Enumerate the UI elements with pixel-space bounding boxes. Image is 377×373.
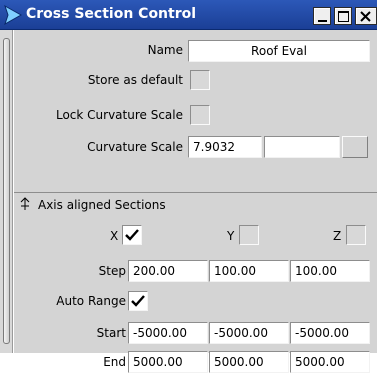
control-panel: Name Roof Eval Store as default Lock Cur… — [14, 30, 377, 373]
name-label: Name — [147, 43, 183, 57]
dock-grip-handle[interactable] — [3, 38, 10, 344]
axis-y-checkbox[interactable] — [239, 225, 259, 245]
lock-curvature-checkbox[interactable] — [190, 105, 210, 125]
window-title: Cross Section Control — [26, 6, 197, 22]
left-dock-strip — [0, 30, 13, 353]
start-y-field[interactable]: -5000.00 — [209, 322, 289, 344]
curvature-scale-button[interactable] — [342, 136, 368, 158]
end-z-field[interactable]: 5000.00 — [290, 351, 370, 373]
axis-sections-header[interactable]: Axis aligned Sections — [14, 192, 377, 216]
checkmark-icon — [125, 229, 139, 241]
auto-range-checkbox[interactable] — [128, 291, 148, 311]
store-default-checkbox[interactable] — [190, 70, 210, 90]
collapse-icon — [20, 197, 30, 210]
lock-curvature-label: Lock Curvature Scale — [55, 108, 183, 122]
auto-range-label: Auto Range — [56, 294, 126, 308]
maximize-button[interactable] — [334, 7, 352, 25]
end-y-field[interactable]: 5000.00 — [209, 351, 289, 373]
minimize-button[interactable] — [313, 7, 331, 25]
curvature-scale-label: Curvature Scale — [87, 140, 183, 154]
start-x-field[interactable]: -5000.00 — [128, 322, 208, 344]
name-field[interactable]: Roof Eval — [188, 40, 370, 62]
close-icon — [360, 11, 371, 22]
start-label: Start — [96, 326, 126, 340]
step-x-field[interactable]: 200.00 — [128, 260, 208, 282]
axis-z-label: Z — [333, 229, 342, 243]
maximize-icon — [338, 11, 349, 22]
step-label: Step — [98, 264, 126, 278]
close-button[interactable] — [355, 7, 377, 25]
curvature-scale-slider[interactable] — [264, 136, 340, 158]
app-logo-icon — [4, 5, 22, 25]
step-y-field[interactable]: 100.00 — [209, 260, 289, 282]
axis-z-checkbox[interactable] — [346, 225, 366, 245]
checkmark-icon — [131, 295, 145, 307]
axis-y-label: Y — [227, 229, 235, 243]
end-label: End — [103, 355, 126, 369]
title-bar[interactable]: Cross Section Control — [0, 0, 377, 30]
minimize-icon — [318, 20, 327, 22]
axis-sections-title: Axis aligned Sections — [38, 198, 166, 212]
step-z-field[interactable]: 100.00 — [290, 260, 370, 282]
start-z-field[interactable]: -5000.00 — [290, 322, 370, 344]
axis-x-label: X — [110, 229, 119, 243]
store-default-label: Store as default — [87, 73, 183, 87]
curvature-scale-field[interactable]: 7.9032 — [188, 136, 262, 158]
axis-x-checkbox[interactable] — [122, 225, 142, 245]
end-x-field[interactable]: 5000.00 — [128, 351, 208, 373]
